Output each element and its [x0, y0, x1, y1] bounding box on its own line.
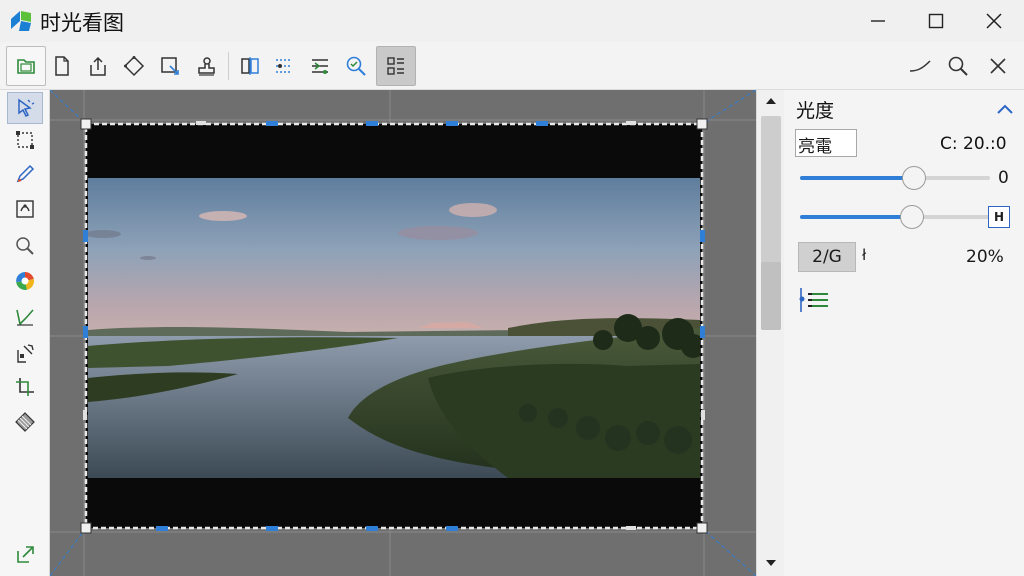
crop-tool-button[interactable] [7, 371, 43, 403]
color-wheel-tool-button[interactable] [7, 265, 43, 297]
adjust-icon [312, 59, 328, 74]
open-folder-icon [17, 59, 35, 74]
curve-button[interactable] [900, 46, 940, 86]
maximize-icon [928, 13, 944, 29]
pencil-tool-button[interactable] [7, 158, 43, 190]
export-tool-button[interactable] [7, 538, 43, 570]
rotate-icon [123, 55, 145, 77]
vertical-scrollbar[interactable] [756, 90, 784, 576]
zoom-search-icon [346, 56, 366, 76]
brightness-panel: 光度 亮電 C: 20.:0 0 H 2/G ł 20% [784, 90, 1024, 576]
curve-tool-icon [16, 309, 34, 326]
zoom-search-button[interactable] [336, 46, 376, 86]
select-region-button[interactable] [264, 46, 304, 86]
pointer-tool-icon [18, 98, 35, 118]
crop-resize-button[interactable] [150, 46, 190, 86]
transform-tool-icon [17, 344, 34, 363]
panel-title: 光度 [796, 100, 835, 122]
lock-button[interactable]: H [988, 206, 1010, 228]
maximize-button[interactable] [906, 0, 966, 42]
curve-icon [909, 60, 931, 72]
crop-resize-icon [161, 57, 179, 75]
close-icon [986, 13, 1002, 29]
marquee-tool-button[interactable] [7, 124, 43, 156]
new-file-icon [55, 56, 69, 76]
image-canvas[interactable] [50, 90, 756, 576]
title-bar: 时光看图 [0, 0, 1024, 42]
minimize-icon [871, 20, 885, 22]
stamp-tool-button[interactable] [7, 193, 43, 225]
layout-panel-icon [387, 57, 404, 75]
search-button[interactable] [938, 46, 978, 86]
rotate-button[interactable] [114, 46, 154, 86]
slider-knob[interactable] [900, 205, 924, 229]
export-tool-icon [17, 546, 34, 563]
adjust-button[interactable] [300, 46, 340, 86]
marquee-tool-icon [16, 131, 34, 149]
ratio-button[interactable]: 2/G [798, 242, 856, 272]
percent-value: 20% [966, 247, 1004, 267]
open-folder-button[interactable] [6, 46, 46, 86]
app-logo-icon [11, 11, 31, 31]
slider-fill [800, 215, 912, 219]
minimize-button[interactable] [848, 0, 908, 42]
preset-field[interactable]: 亮電 [795, 129, 857, 157]
magnifier-tool-icon [16, 237, 34, 255]
layout-panel-button[interactable] [376, 46, 416, 86]
scroll-up-button[interactable] [757, 90, 785, 112]
stamp-button[interactable] [186, 46, 226, 86]
brightness-slider[interactable] [800, 166, 990, 190]
secondary-slider[interactable] [800, 205, 990, 229]
curve-tool-button[interactable] [7, 301, 43, 333]
pointer-tool-button[interactable] [7, 92, 43, 124]
compare-icon [241, 57, 259, 75]
chevron-up-icon [766, 98, 776, 104]
scroll-thumb-lower[interactable] [761, 262, 781, 330]
left-tool-strip [0, 90, 50, 576]
export-icon [90, 56, 106, 76]
slider-knob[interactable] [902, 166, 926, 190]
texture-tool-button[interactable] [7, 406, 43, 438]
app-title: 时光看图 [40, 11, 124, 35]
main-toolbar [0, 42, 1024, 90]
chevron-up-icon[interactable] [996, 102, 1014, 116]
contrast-value: C: 20.:0 [940, 134, 1007, 154]
color-wheel-tool-icon [16, 271, 35, 290]
slider-fill [800, 176, 914, 180]
stamp-tool-icon [16, 200, 34, 218]
stamp-icon [198, 57, 215, 76]
scroll-down-button[interactable] [757, 552, 785, 574]
close-panel-button[interactable] [978, 46, 1018, 86]
crop-selection[interactable] [50, 90, 756, 576]
pencil-tool-icon [16, 164, 35, 183]
crop-tool-icon [16, 378, 34, 396]
texture-tool-icon [15, 412, 35, 432]
close-button[interactable] [964, 0, 1024, 42]
brightness-value: 0 [998, 168, 1009, 188]
list-settings-icon[interactable] [798, 286, 830, 314]
new-file-button[interactable] [42, 46, 82, 86]
app-window: 时光看图 光度 亮電 C: 20.:0 0 H 2/G ł 20% [0, 0, 1024, 576]
export-button[interactable] [78, 46, 118, 86]
select-region-icon [276, 59, 292, 73]
transform-tool-button[interactable] [7, 337, 43, 369]
chevron-down-icon [766, 560, 776, 566]
close-panel-icon [990, 58, 1006, 74]
magnifier-tool-button[interactable] [7, 230, 43, 262]
toolbar-separator [228, 52, 229, 80]
search-icon [948, 56, 968, 76]
ratio-mark: ł [862, 246, 867, 264]
